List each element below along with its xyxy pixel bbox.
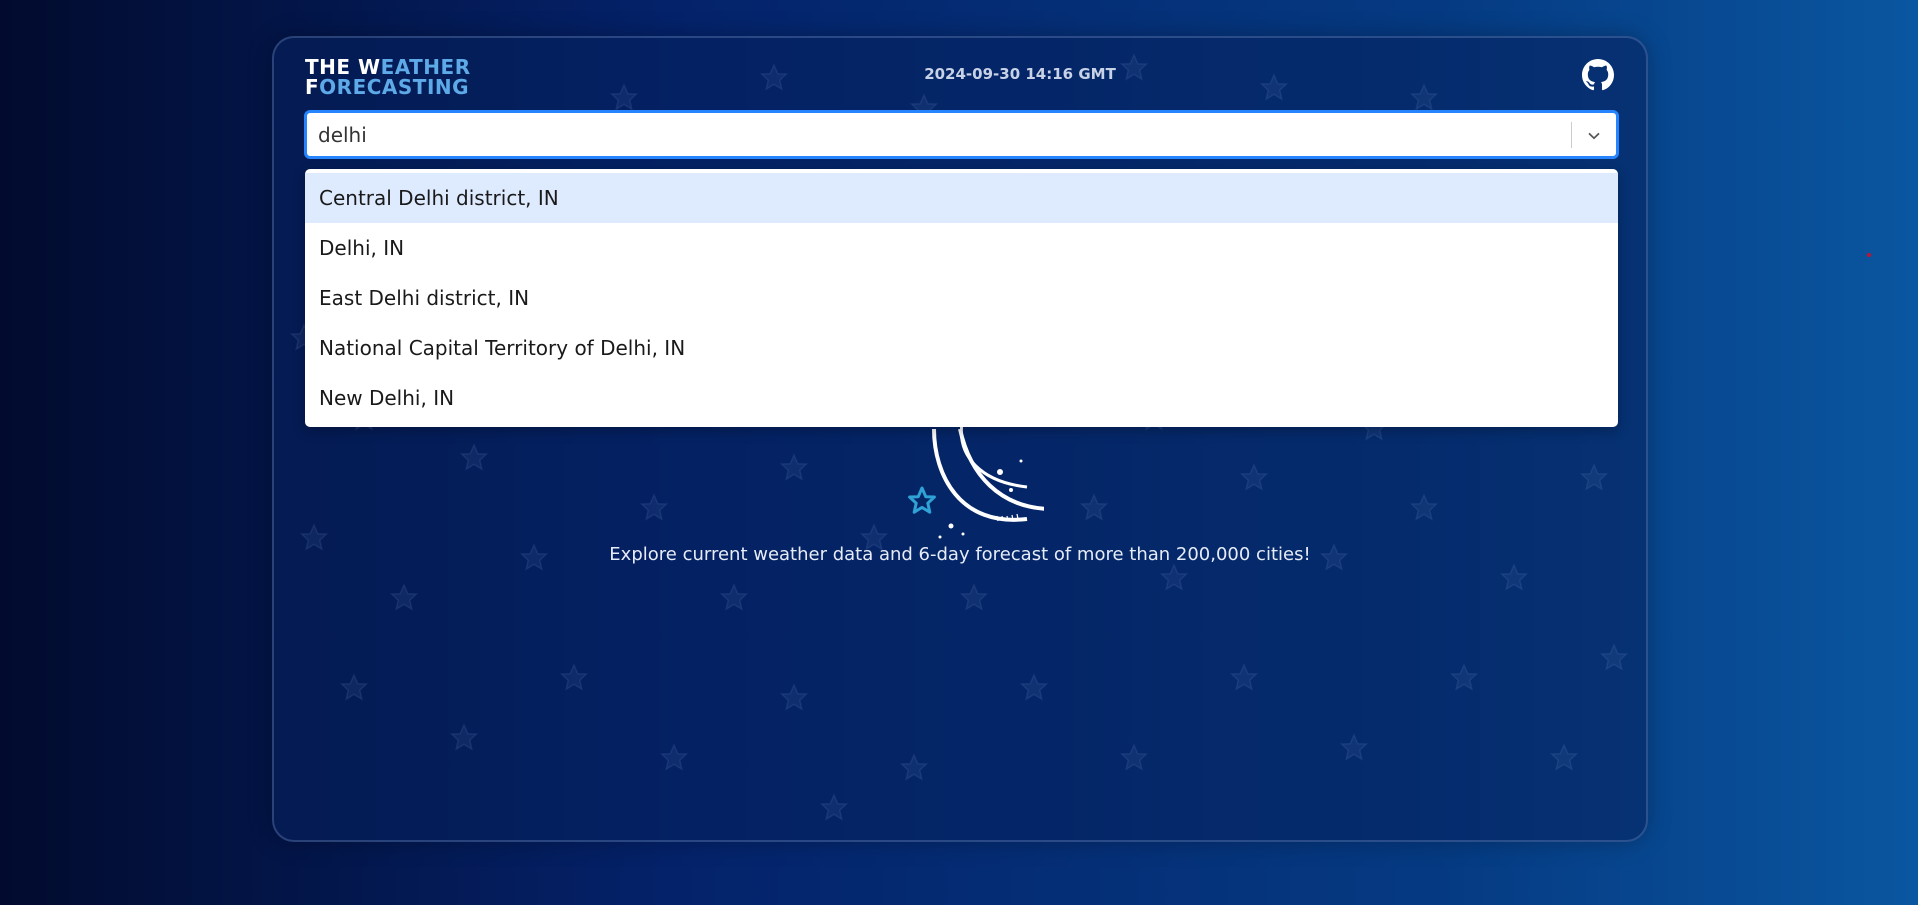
dropdown-option[interactable]: New Delhi, IN [305,373,1618,423]
dropdown-menu: Central Delhi district, IN Delhi, IN Eas… [305,169,1618,427]
current-datetime: 2024-09-30 14:16 GMT [924,65,1116,83]
dropdown-option[interactable]: Central Delhi district, IN [305,173,1618,223]
dropdown-option[interactable]: East Delhi district, IN [305,273,1618,323]
moon-and-stars-illustration [908,427,1044,539]
search-input[interactable] [307,113,1571,156]
red-dot-marker [1867,253,1871,257]
github-icon[interactable] [1582,59,1614,91]
city-search-select[interactable] [305,111,1618,158]
dropdown-option[interactable]: National Capital Territory of Delhi, IN [305,323,1618,373]
logo-text-part: F [305,75,320,99]
app-card: THE WEATHER FORECASTING 2024-09-30 14:16… [272,36,1648,842]
tagline: Explore current weather data and 6-day f… [609,544,1311,565]
dropdown-option[interactable]: Delhi, IN [305,223,1618,273]
chevron-down-icon[interactable] [1572,113,1616,156]
